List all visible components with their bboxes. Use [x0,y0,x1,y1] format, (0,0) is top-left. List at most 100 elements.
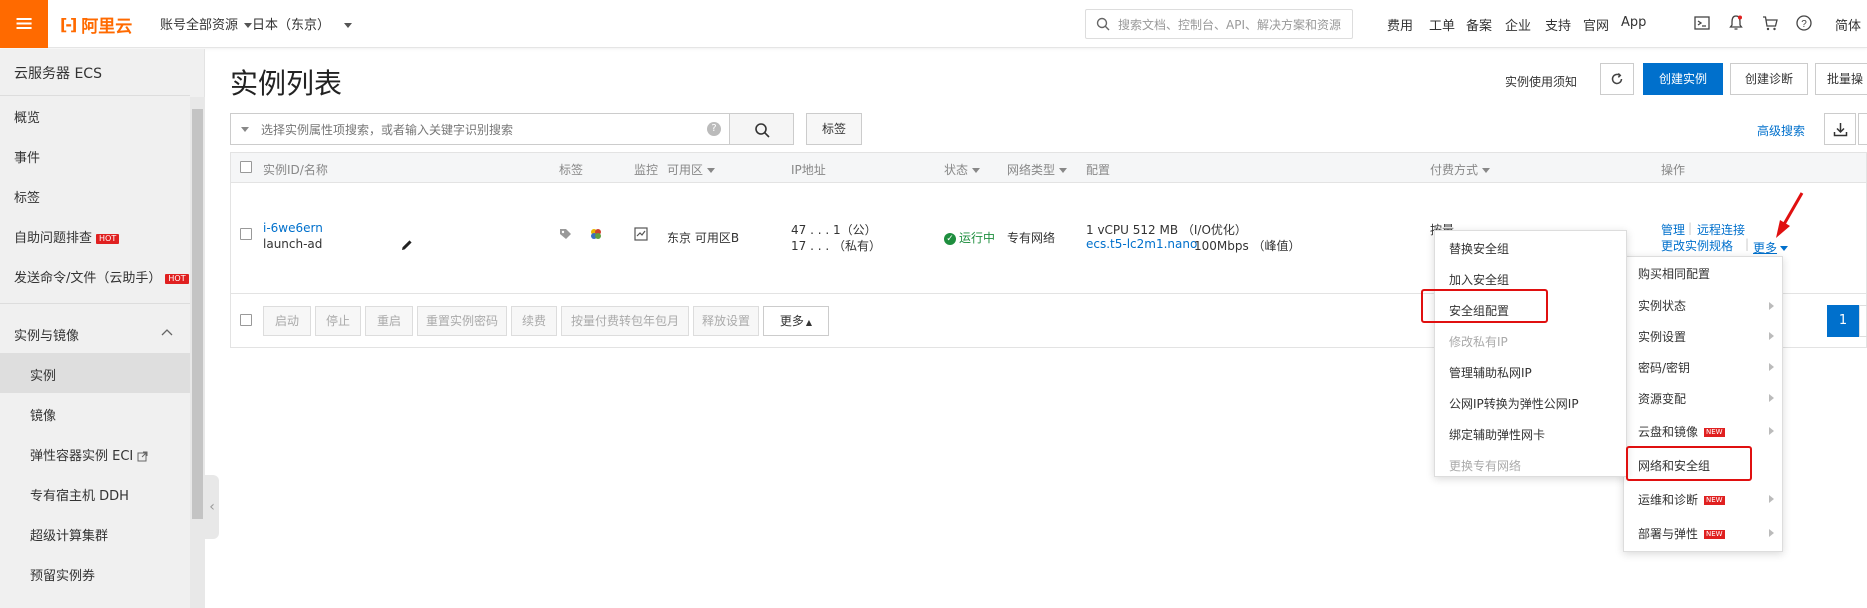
stop-button[interactable]: 停止 [315,306,361,336]
col-status[interactable]: 状态 [944,161,981,178]
submenu-manage-secondary-ip[interactable]: 管理辅助私网IP [1449,364,1532,381]
pagination-next[interactable] [1859,305,1867,337]
more-actions-menu: 购买相同配置 实例状态 实例设置 密码/密钥 资源变配 云盘和镜像 NEW 网络和… [1623,256,1783,552]
create-diagnosis-button[interactable]: 创建诊断 [1730,63,1808,95]
caret-up-icon: ▲ [805,318,813,327]
global-search-input[interactable]: 搜索文档、控制台、API、解决方案和资源 [1085,9,1353,39]
edit-pencil-icon[interactable] [400,238,414,252]
menu-item-buy-same[interactable]: 购买相同配置 [1638,265,1710,282]
sidebar-collapse-toggle[interactable]: ‹ [205,475,219,539]
instance-type-link[interactable]: ecs.t5-lc2m1.nano [1086,237,1197,251]
nav-app[interactable]: App [1621,15,1646,30]
create-instance-button[interactable]: 创建实例 [1643,63,1723,95]
nav-tickets[interactable]: 工单 [1429,15,1455,34]
submenu-convert-to-eip[interactable]: 公网IP转换为弹性公网IP [1449,395,1579,412]
sidebar-item-tags[interactable]: 标签 [14,187,40,206]
sidebar-item-eci[interactable]: 弹性容器实例 ECI [30,445,148,464]
refresh-button[interactable] [1600,63,1634,95]
pagination-page-current[interactable]: 1 [1827,305,1859,337]
os-logo-icon [591,229,601,239]
sidebar-item-ddh[interactable]: 专有宿主机 DDH [30,485,129,504]
sidebar-item-cloud-assistant[interactable]: 发送命令/文件（云助手） HOT [14,267,189,286]
start-button[interactable]: 启动 [263,306,311,336]
help-circle-icon[interactable]: ? [707,122,721,136]
submenu-modify-private-ip[interactable]: 修改私有IP [1449,333,1508,350]
chevron-down-icon [1780,246,1789,251]
hamburger-menu-icon[interactable]: ≡ [0,0,48,48]
sidebar-scrollbar-thumb[interactable] [192,109,203,519]
help-icon[interactable]: ? [1795,14,1813,32]
sidebar-item-instances[interactable]: 实例 [30,365,56,384]
footer-select-all-checkbox[interactable] [240,314,252,326]
instance-id-link[interactable]: i-6we6ern [263,221,323,235]
highlight-network-security-group [1626,446,1752,481]
convert-billing-button[interactable]: 按量付费转包年包月 [561,306,689,336]
chevron-right-icon [1769,332,1774,340]
submenu-change-vpc[interactable]: 更换专有网络 [1449,457,1521,474]
config-spec: 1 vCPU 512 MB （I/O优化） [1086,223,1247,237]
instance-notice-link[interactable]: 实例使用须知 [1505,73,1577,90]
menu-item-deploy-elastic[interactable]: 部署与弹性 NEW [1638,525,1725,542]
manage-link[interactable]: 管理 [1661,221,1685,238]
tag-icon[interactable] [559,228,572,241]
menu-item-resource-change[interactable]: 资源变配 [1638,390,1686,407]
batch-operation-button[interactable]: 批量操 [1815,63,1867,95]
search-button[interactable] [730,113,794,145]
chevron-up-icon[interactable] [161,327,173,337]
aliyun-logo[interactable]: [-] 阿里云 [60,12,132,37]
menu-item-instance-status[interactable]: 实例状态 [1638,297,1768,314]
monitor-chart-icon[interactable] [634,227,648,241]
footer-more-button[interactable]: 更多 ▲ [763,306,829,336]
sidebar-item-reserved[interactable]: 预留实例券 [30,565,95,584]
col-billing[interactable]: 付费方式 [1430,161,1491,178]
release-settings-button[interactable]: 释放设置 [693,306,759,336]
reset-password-button[interactable]: 重置实例密码 [417,306,507,336]
sidebar-item-scc[interactable]: 超级计算集群 [30,525,108,544]
sidebar-item-overview[interactable]: 概览 [14,107,40,126]
top-bar: ≡ [-] 阿里云 账号全部资源 日本（东京） 搜索文档、控制台、API、解决方… [0,0,1867,48]
action-divider: | [1688,221,1693,235]
menu-item-ops-diagnosis[interactable]: 运维和诊断 NEW [1638,491,1725,508]
renew-button[interactable]: 续费 [511,306,557,336]
sidebar-item-events[interactable]: 事件 [14,147,40,166]
row-checkbox[interactable] [240,228,252,240]
menu-item-instance-settings[interactable]: 实例设置 [1638,328,1686,345]
more-actions-link[interactable]: 更多 [1753,239,1789,256]
advanced-search-link[interactable]: 高级搜索 [1757,122,1805,139]
account-resource-select[interactable]: 账号全部资源 [160,14,253,33]
remote-connect-link[interactable]: 远程连接 [1697,221,1745,238]
restart-button[interactable]: 重启 [365,306,413,336]
export-button[interactable] [1824,113,1856,145]
nav-fees[interactable]: 费用 [1387,15,1413,34]
terminal-icon[interactable] [1693,14,1711,32]
tag-filter-button[interactable]: 标签 [806,113,862,145]
cart-icon[interactable] [1761,14,1779,32]
sidebar-item-troubleshoot[interactable]: 自助问题排查 HOT [14,227,120,246]
select-all-checkbox[interactable] [240,161,252,173]
bell-icon[interactable] [1727,14,1745,32]
settings-button[interactable] [1858,113,1867,145]
logo-mark-icon: [-] [60,14,77,34]
submenu-bind-eni[interactable]: 绑定辅助弹性网卡 [1449,426,1545,443]
col-zone[interactable]: 可用区 [667,161,716,178]
sidebar-item-images[interactable]: 镜像 [30,405,56,424]
sidebar-group-instances-images[interactable]: 实例与镜像 [14,325,79,344]
nav-support[interactable]: 支持 [1545,15,1571,34]
region-select[interactable]: 日本（东京） [252,14,353,33]
submenu-replace-security-group[interactable]: 替换安全组 [1449,240,1509,257]
col-ip: IP地址 [791,163,826,177]
page-title: 实例列表 [230,67,343,100]
svg-text:?: ? [1801,19,1807,30]
submenu-join-security-group[interactable]: 加入安全组 [1449,271,1509,288]
menu-item-password-keys[interactable]: 密码/密钥 [1638,359,1690,376]
instance-filter-input[interactable]: 选择实例属性项搜索，或者输入关键字识别搜索 ? [230,113,730,145]
nav-official-site[interactable]: 官网 [1583,15,1609,34]
nav-icp[interactable]: 备案 [1466,15,1492,34]
chevron-down-icon [972,168,981,173]
menu-item-disks-images[interactable]: 云盘和镜像 NEW [1638,423,1725,440]
change-spec-link[interactable]: 更改实例规格 [1661,237,1733,254]
col-network[interactable]: 网络类型 [1007,161,1068,178]
language-select[interactable]: 简体 [1835,15,1861,34]
nav-enterprise[interactable]: 企业 [1505,15,1531,34]
col-instance-id[interactable]: 实例ID/名称 [263,161,328,178]
